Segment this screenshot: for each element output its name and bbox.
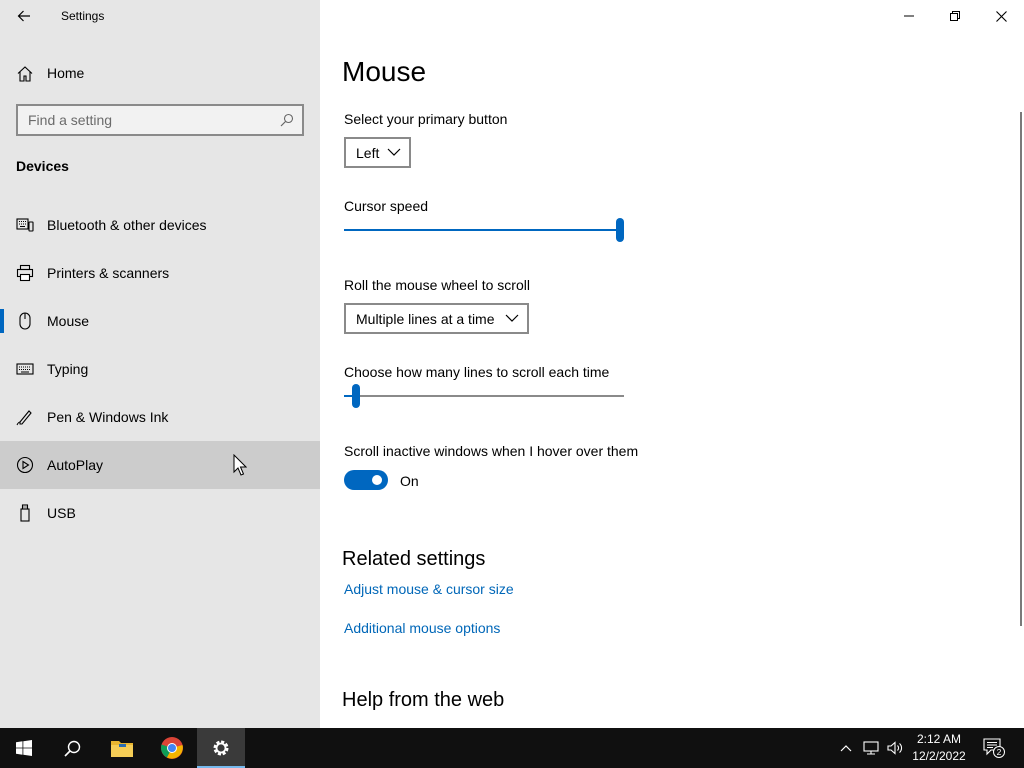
notification-count: 2 [997, 747, 1002, 757]
search-icon[interactable] [280, 113, 294, 127]
sidebar-item-label: Mouse [47, 313, 90, 329]
sidebar-item-typing[interactable]: Typing [0, 345, 320, 393]
usb-icon [20, 504, 30, 522]
printer-icon [16, 264, 34, 282]
chrome-button[interactable] [148, 728, 196, 768]
chevron-up-icon [840, 745, 852, 752]
additional-mouse-options-link[interactable]: Additional mouse options [344, 620, 500, 636]
action-center-button[interactable]: 2 [980, 728, 1008, 768]
sidebar-item-label: Pen & Windows Ink [47, 409, 169, 425]
sidebar-item-label: Home [47, 65, 85, 81]
sidebar-item-printers[interactable]: Printers & scanners [0, 249, 320, 297]
page-title: Mouse [342, 56, 427, 87]
dropdown-value: Left [356, 144, 380, 161]
notification-icon: 2 [983, 738, 1005, 758]
slider-thumb[interactable] [616, 218, 624, 242]
sidebar-item-label: USB [47, 505, 76, 521]
sidebar: Settings Home Devices Bluetooth & other … [0, 0, 320, 728]
gear-icon [213, 740, 229, 756]
lines-scroll-label: Choose how many lines to scroll each tim… [344, 364, 610, 380]
bluetooth-devices-icon [16, 218, 34, 232]
clock-date: 12/2/2022 [912, 749, 966, 763]
inactive-scroll-label: Scroll inactive windows when I hover ove… [344, 443, 639, 459]
mouse-icon [19, 312, 31, 330]
wheel-scroll-label: Roll the mouse wheel to scroll [344, 277, 530, 293]
main-panel: Mouse Select your primary button Left Cu… [320, 0, 1024, 728]
minimize-icon [904, 15, 914, 17]
windows-logo-icon [16, 740, 32, 756]
volume-button[interactable] [884, 728, 906, 768]
section-title: Devices [16, 158, 69, 174]
restore-button[interactable] [932, 0, 978, 32]
back-arrow-icon [17, 10, 30, 22]
show-hidden-icons-button[interactable] [836, 728, 856, 768]
clock-time: 2:12 AM [916, 732, 962, 746]
search-taskbar-button[interactable] [48, 728, 96, 768]
primary-button-dropdown[interactable]: Left [344, 137, 411, 168]
home-icon [17, 66, 33, 82]
sidebar-item-home[interactable]: Home [0, 57, 320, 89]
close-icon [995, 10, 1007, 22]
toggle-state-text: On [400, 473, 419, 489]
search-box[interactable] [16, 104, 304, 136]
slider-fill [344, 229, 620, 231]
lines-scroll-slider[interactable] [344, 384, 624, 408]
sidebar-item-bluetooth[interactable]: Bluetooth & other devices [0, 201, 320, 249]
scrollbar[interactable] [1020, 112, 1022, 626]
sidebar-item-label: Typing [47, 361, 89, 377]
chrome-icon [161, 737, 183, 759]
search-icon [63, 740, 80, 757]
cursor-speed-label: Cursor speed [344, 198, 429, 214]
primary-button-label: Select your primary button [344, 111, 508, 127]
slider-thumb[interactable] [352, 384, 360, 408]
restore-icon [950, 11, 960, 21]
chevron-down-icon [387, 148, 401, 156]
cursor-speed-slider[interactable] [344, 218, 624, 242]
adjust-cursor-size-link[interactable]: Adjust mouse & cursor size [344, 581, 514, 597]
inactive-scroll-toggle[interactable] [344, 470, 388, 490]
settings-taskbar-button[interactable] [197, 728, 245, 768]
sidebar-item-label: Bluetooth & other devices [47, 217, 207, 233]
pen-icon [16, 410, 32, 426]
help-heading: Help from the web [342, 689, 505, 711]
mouse-pointer-icon [233, 454, 247, 476]
close-button[interactable] [978, 0, 1024, 32]
selection-indicator [0, 309, 4, 333]
dropdown-value: Multiple lines at a time [356, 310, 495, 327]
related-settings-heading: Related settings [342, 548, 486, 570]
taskbar-clock[interactable]: 2:12 AM 12/2/2022 [906, 731, 972, 765]
sidebar-item-usb[interactable]: USB [0, 489, 320, 537]
taskbar: 2:12 AM 12/2/2022 2 [0, 728, 1024, 768]
sidebar-item-label: Printers & scanners [47, 265, 170, 281]
search-input[interactable] [18, 106, 268, 134]
folder-icon [111, 741, 133, 757]
wheel-scroll-dropdown[interactable]: Multiple lines at a time [344, 303, 529, 334]
speaker-icon [887, 741, 902, 755]
slider-track [344, 395, 624, 397]
app-title: Settings [61, 9, 105, 23]
start-button[interactable] [0, 728, 48, 768]
back-button[interactable] [10, 4, 38, 28]
chevron-down-icon [505, 314, 519, 322]
title-bar: Settings [0, 0, 320, 32]
sidebar-item-mouse[interactable]: Mouse [0, 297, 320, 345]
toggle-knob [372, 475, 382, 485]
sidebar-item-autoplay[interactable]: AutoPlay [0, 441, 320, 489]
autoplay-icon [16, 456, 34, 474]
sidebar-item-label: AutoPlay [47, 457, 104, 473]
network-icon [863, 741, 879, 755]
minimize-button[interactable] [886, 0, 932, 32]
keyboard-icon [16, 363, 34, 375]
network-button[interactable] [860, 728, 882, 768]
file-explorer-button[interactable] [98, 728, 146, 768]
sidebar-item-pen[interactable]: Pen & Windows Ink [0, 393, 320, 441]
